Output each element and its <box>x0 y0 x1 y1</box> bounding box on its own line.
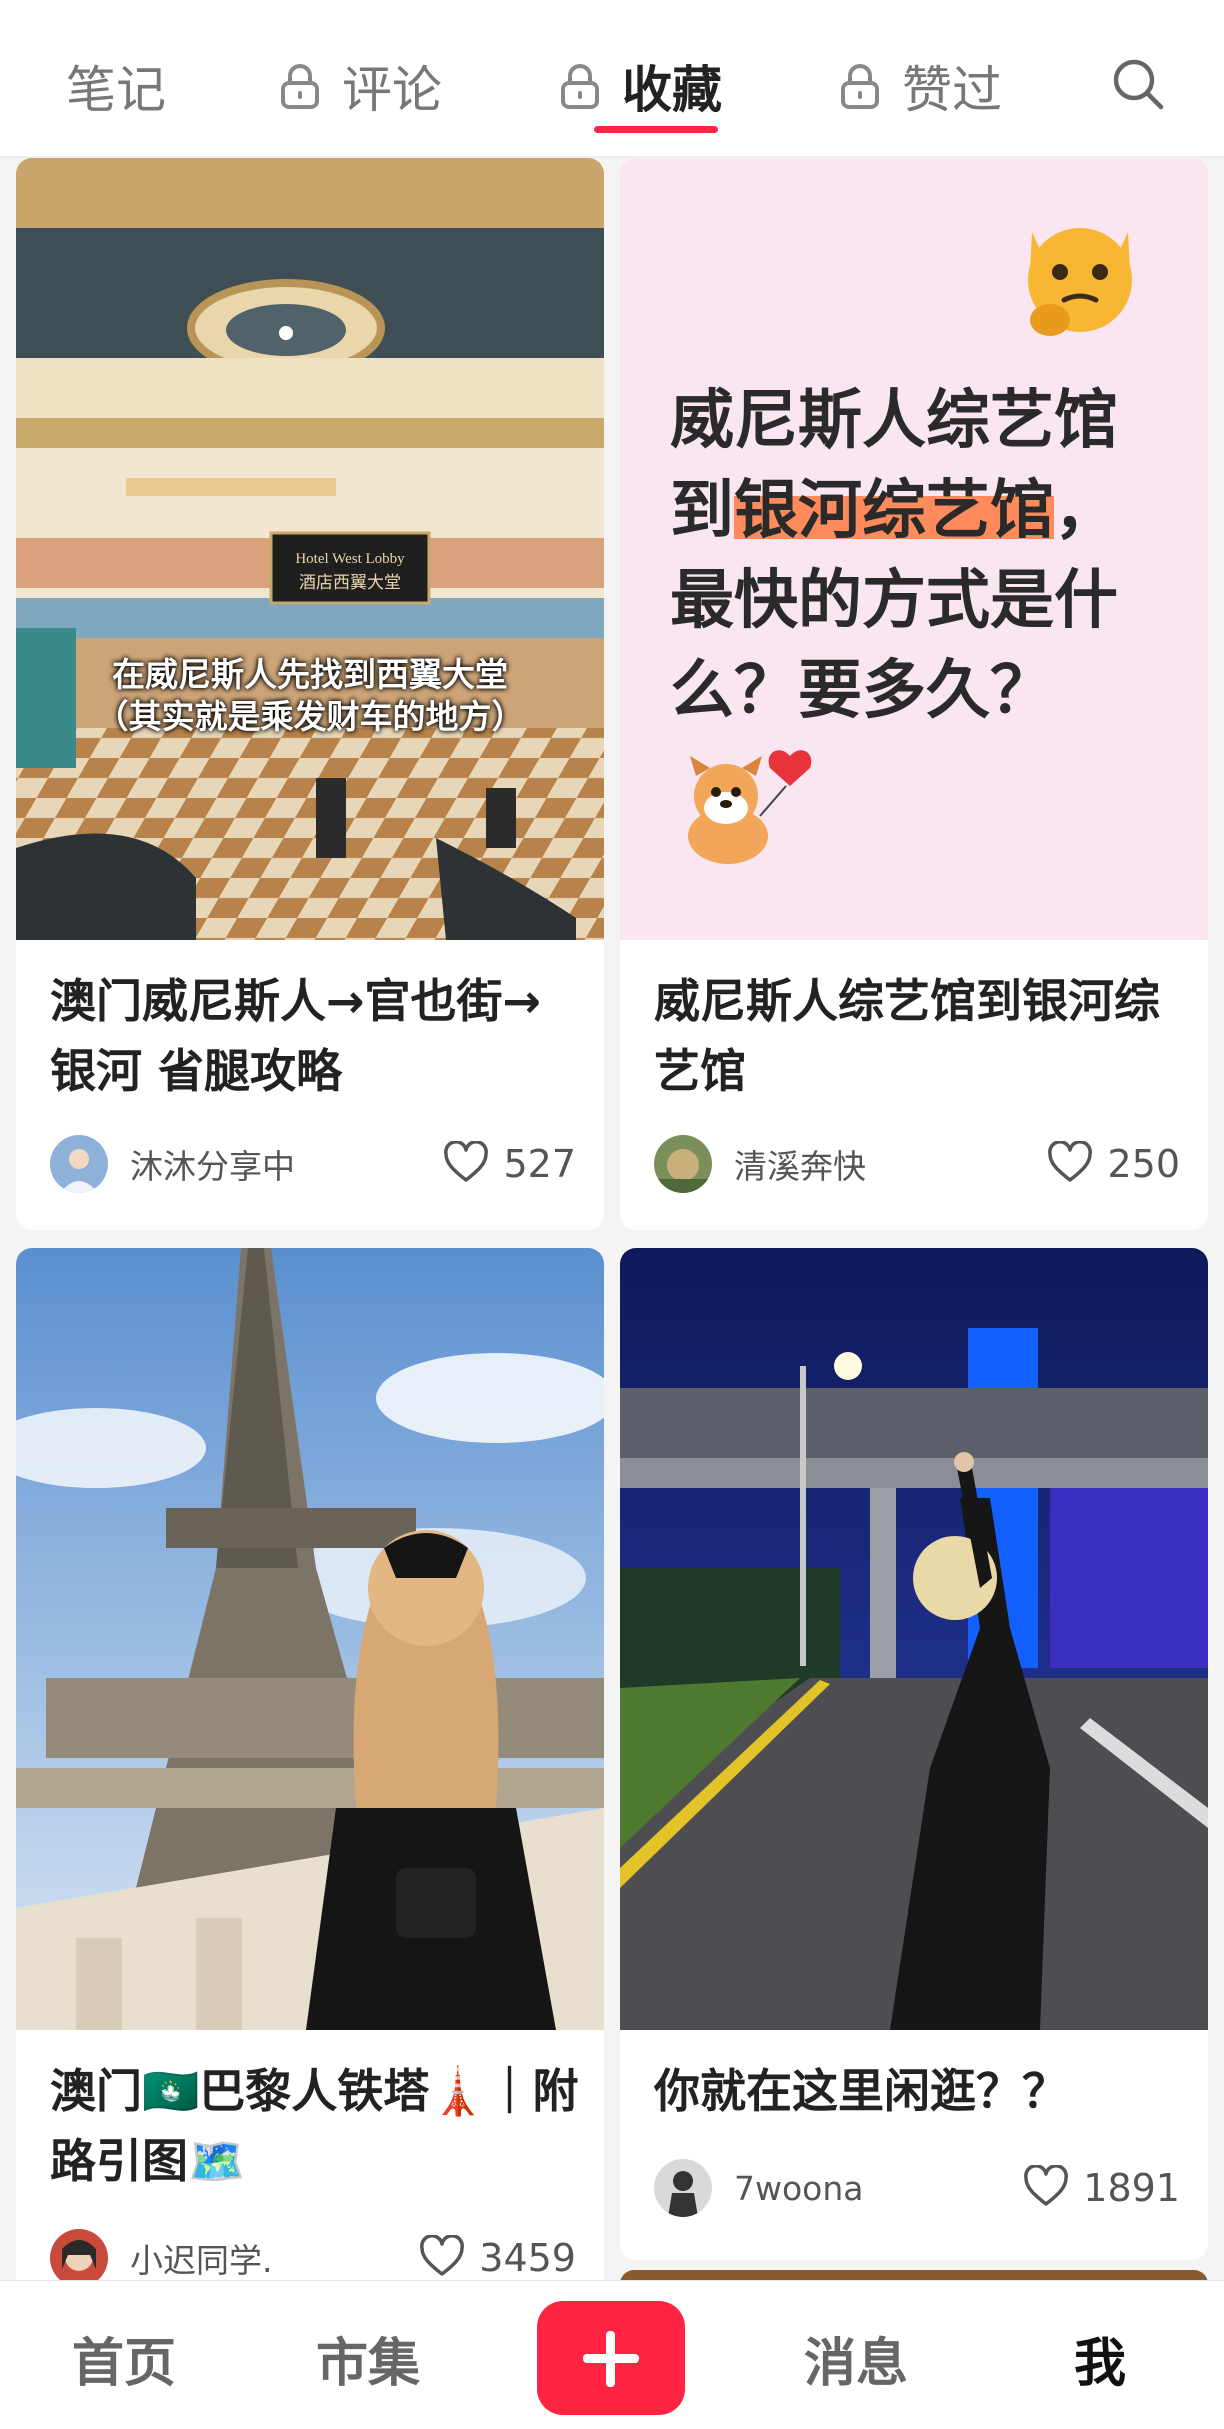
author-name[interactable]: 7woona <box>734 2169 1023 2208</box>
like-count: 527 <box>503 1142 576 1186</box>
cover-text-line: 么？要多久？ <box>670 654 1054 728</box>
note-cover-image[interactable] <box>620 1248 1208 2030</box>
heart-outline-icon <box>419 2234 465 2281</box>
note-card[interactable]: 澳门🇲🇴巴黎人铁塔🗼｜附路引图🗺️ 小迟同学. 3459 <box>16 1248 604 2388</box>
cover-text-line: 最快的方式是什 <box>670 564 1118 638</box>
like-count: 3459 <box>479 2236 576 2280</box>
bottom-nav-bar: 首页 市集 消息 我 <box>0 2280 1224 2429</box>
heart-outline-icon <box>1047 1140 1093 1187</box>
avatar[interactable] <box>50 1135 108 1193</box>
note-title: 威尼斯人综艺馆到银河综艺馆 <box>654 974 1160 1098</box>
dog-heart-sticker <box>668 746 818 890</box>
note-footer: 清溪奔快 250 <box>654 1132 1180 1196</box>
cover-text-line: 威尼斯人综艺馆 <box>670 384 1118 458</box>
lock-icon <box>560 63 600 109</box>
nav-market[interactable]: 市集 <box>316 2321 420 2396</box>
search-icon[interactable] <box>1110 56 1166 112</box>
tab-notes[interactable]: 笔记 <box>66 46 166 126</box>
tab-collections-label: 收藏 <box>622 61 722 119</box>
note-cover-image[interactable] <box>16 1248 604 2030</box>
note-title: 澳门威尼斯人→官也街→银河 省腿攻略 <box>50 974 542 1098</box>
author-name[interactable]: 沐沐分享中 <box>130 1140 443 1188</box>
cover-text-part: ， <box>1054 474 1118 548</box>
author-name[interactable]: 小迟同学. <box>130 2234 419 2282</box>
tab-comments[interactable]: 评论 <box>280 46 442 126</box>
avatar[interactable] <box>654 2159 712 2217</box>
avatar[interactable] <box>654 1135 712 1193</box>
note-card[interactable]: 威尼斯人综艺馆 到银河综艺馆， 最快的方式是什 么？要多久？ 威尼斯人综艺馆到银… <box>620 158 1208 1230</box>
note-cover-image[interactable]: Hotel West Lobby 酒店西翼大堂 在威尼斯人先找到西翼大堂 （其实… <box>16 158 604 940</box>
author-name[interactable]: 清溪奔快 <box>734 1140 1047 1188</box>
cover-text-highlight: 银河综艺馆 <box>734 474 1054 548</box>
note-title: 澳门🇲🇴巴黎人铁塔🗼｜附路引图🗺️ <box>50 2064 579 2188</box>
note-cover-image[interactable]: 威尼斯人综艺馆 到银河综艺馆， 最快的方式是什 么？要多久？ <box>620 158 1208 940</box>
nav-messages[interactable]: 消息 <box>804 2321 908 2396</box>
like-button[interactable]: 250 <box>1047 1140 1180 1187</box>
like-count: 1891 <box>1083 2166 1180 2210</box>
cover-text-part: 到 <box>670 474 734 548</box>
thinking-cat-emoji <box>1010 202 1150 346</box>
avatar[interactable] <box>50 2229 108 2287</box>
lock-icon <box>840 63 880 109</box>
like-button[interactable]: 527 <box>443 1140 576 1187</box>
heart-outline-icon <box>1023 2164 1069 2211</box>
note-title: 你就在这里闲逛？？ <box>654 2064 1068 2118</box>
tab-likes[interactable]: 赞过 <box>840 46 1002 126</box>
like-button[interactable]: 1891 <box>1023 2164 1180 2211</box>
image-caption-line: 在威尼斯人先找到西翼大堂 <box>112 655 508 694</box>
nav-me[interactable]: 我 <box>1074 2321 1126 2396</box>
sign-text-zh: 酒店西翼大堂 <box>299 573 401 593</box>
tab-comments-label: 评论 <box>342 61 442 119</box>
image-caption-line: （其实就是乘发财车的地方） <box>95 697 525 736</box>
lock-icon <box>280 63 320 109</box>
top-tab-bar: 笔记 评论 收藏 赞过 <box>0 0 1224 158</box>
heart-outline-icon <box>443 1140 489 1187</box>
note-card[interactable]: 你就在这里闲逛？？ 7woona 1891 <box>620 1248 1208 2260</box>
note-footer: 沐沐分享中 527 <box>50 1132 576 1196</box>
like-count: 250 <box>1107 1142 1180 1186</box>
tab-likes-label: 赞过 <box>902 61 1002 119</box>
note-footer: 7woona 1891 <box>654 2156 1180 2220</box>
note-card[interactable]: Hotel West Lobby 酒店西翼大堂 在威尼斯人先找到西翼大堂 （其实… <box>16 158 604 1230</box>
nav-home[interactable]: 首页 <box>72 2321 176 2396</box>
like-button[interactable]: 3459 <box>419 2234 576 2281</box>
active-tab-indicator <box>594 126 718 133</box>
publish-button[interactable] <box>537 2301 685 2415</box>
tab-notes-label: 笔记 <box>66 61 166 119</box>
tab-collections[interactable]: 收藏 <box>560 46 722 126</box>
sign-text-en: Hotel West Lobby <box>295 551 405 567</box>
